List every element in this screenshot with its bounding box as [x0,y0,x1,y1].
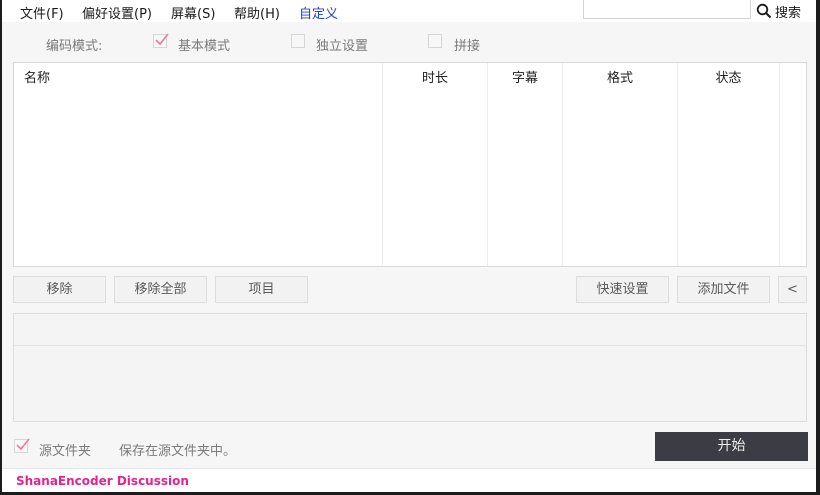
column-divider [677,63,678,266]
menu-bar: 文件(F) 偏好设置(P) 屏幕(S) 帮助(H) 自定义 搜索 [2,0,816,22]
check-icon [155,33,169,46]
menu-file[interactable]: 文件(F) [20,3,64,22]
column-header-status[interactable]: 状态 [678,67,779,86]
column-divider [487,63,488,266]
remove-all-button[interactable]: 移除全部 [114,276,207,303]
column-divider [779,63,780,266]
encoding-mode-row: 编码模式: 基本模式 独立设置 拼接 [2,28,816,56]
search-input[interactable] [583,0,751,19]
basic-mode-label: 基本模式 [178,39,231,54]
start-button[interactable]: 开始 [655,432,808,461]
source-folder-checkbox[interactable] [14,438,30,453]
search-button-label: 搜索 [775,6,802,21]
file-list-table[interactable]: 名称 时长 字幕 格式 状态 [13,62,807,267]
settings-panel [13,313,807,422]
collapse-panel-button[interactable]: < [778,276,807,303]
check-icon [16,438,30,451]
menu-screen[interactable]: 屏幕(S) [171,3,215,22]
discussion-link[interactable]: ShanaEncoder Discussion [16,474,189,488]
add-file-button[interactable]: 添加文件 [677,276,770,303]
column-divider [562,63,563,266]
concat-checkbox[interactable] [428,34,442,48]
encoding-mode-label: 编码模式: [46,39,103,54]
quick-settings-button[interactable]: 快速设置 [576,276,669,303]
column-header-name[interactable]: 名称 [24,67,50,86]
remove-button[interactable]: 移除 [13,276,106,303]
menu-help[interactable]: 帮助(H) [234,3,280,22]
column-header-subtitle[interactable]: 字幕 [488,67,562,86]
menu-custom[interactable]: 自定义 [299,3,338,22]
output-row: 源文件夹 保存在源文件夹中。 开始 [2,430,816,464]
basic-mode-checkbox[interactable] [153,33,169,48]
main-window: 文件(F) 偏好设置(P) 屏幕(S) 帮助(H) 自定义 搜索 编码模式: 基… [2,0,816,492]
column-header-duration[interactable]: 时长 [383,67,487,86]
column-divider [382,63,383,266]
status-bar: ShanaEncoder Discussion [2,468,816,492]
panel-divider [14,345,806,346]
item-button[interactable]: 项目 [215,276,308,303]
independent-settings-label: 独立设置 [316,39,369,54]
concat-label: 拼接 [454,39,481,54]
save-location-text: 保存在源文件夹中。 [119,444,237,459]
menu-preferences[interactable]: 偏好设置(P) [82,3,152,22]
column-header-format[interactable]: 格式 [563,67,677,86]
source-folder-label: 源文件夹 [39,444,92,459]
independent-settings-checkbox[interactable] [291,34,305,48]
magnifier-icon [756,3,772,19]
